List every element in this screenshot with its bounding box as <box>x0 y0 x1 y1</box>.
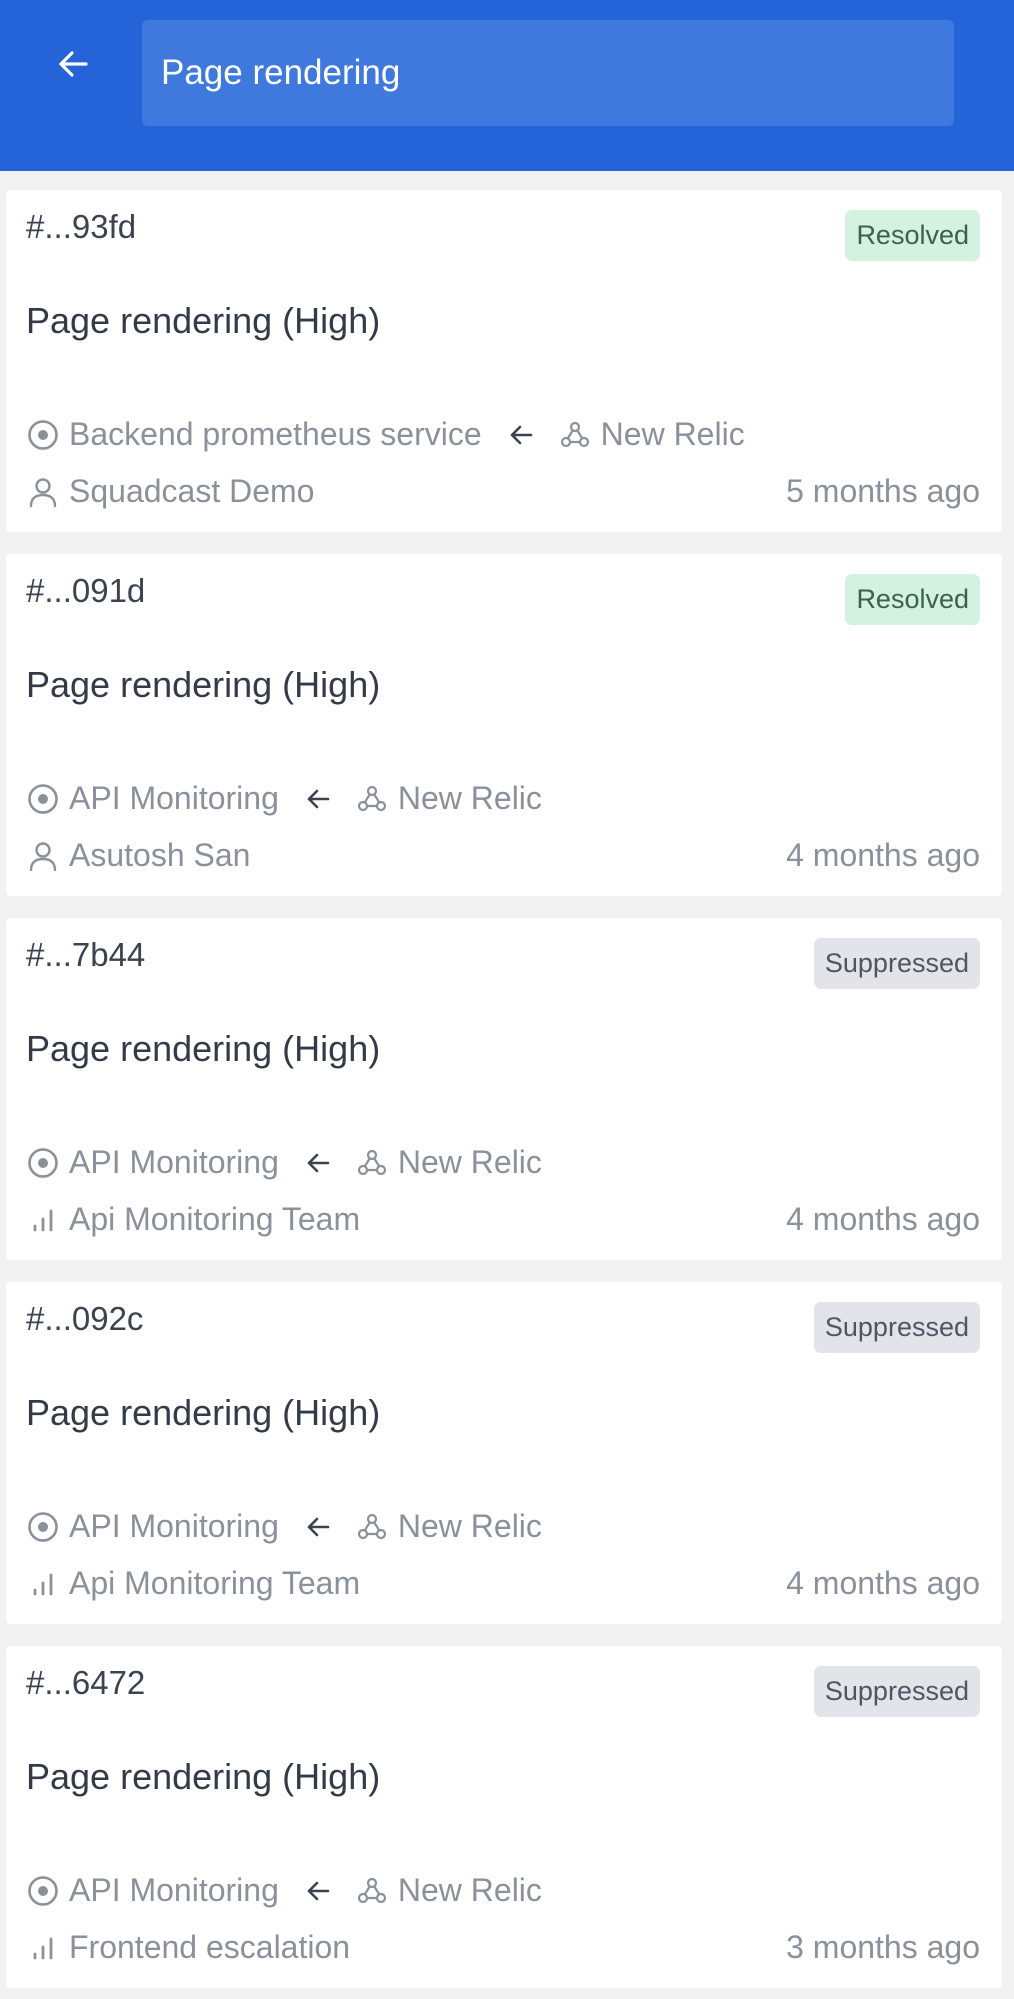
incident-title: Page rendering (High) <box>26 1028 381 1069</box>
service-name: API Monitoring <box>69 1508 279 1544</box>
alert-source: New Relic <box>397 780 542 816</box>
incident-time: 5 months ago <box>786 473 980 509</box>
incident-card[interactable]: #...93fd Resolved Page rendering (High) … <box>6 190 1002 532</box>
arrow-left-icon <box>504 418 538 452</box>
status-badge: Resolved <box>845 210 980 261</box>
service-name: API Monitoring <box>69 1872 279 1908</box>
incident-time: 4 months ago <box>786 837 980 873</box>
incident-list: #...93fd Resolved Page rendering (High) … <box>6 190 1002 1999</box>
incident-id: #...93fd <box>26 208 137 245</box>
alert-source: New Relic <box>600 416 745 452</box>
owner-row: Squadcast Demo <box>26 473 314 510</box>
owner-name: Squadcast Demo <box>69 473 315 509</box>
search-input[interactable] <box>161 53 954 93</box>
service-name: API Monitoring <box>69 780 279 816</box>
status-badge: Suppressed <box>813 1666 980 1717</box>
status-badge: Suppressed <box>813 938 980 989</box>
owner-row: Api Monitoring Team <box>26 1565 360 1602</box>
alert-source: New Relic <box>397 1144 542 1180</box>
arrow-left-icon <box>301 1146 335 1180</box>
search-box[interactable] <box>142 20 954 126</box>
service-target-icon <box>26 1510 60 1544</box>
service-row: Backend prometheus service New Relic <box>26 416 745 453</box>
team-bars-icon <box>26 1931 60 1965</box>
service-target-icon <box>26 1874 60 1908</box>
webhook-icon <box>355 1510 389 1544</box>
incident-title: Page rendering (High) <box>26 1392 381 1433</box>
incident-card[interactable]: #...092c Suppressed Page rendering (High… <box>6 1282 1002 1624</box>
arrow-left-icon <box>301 782 335 816</box>
incident-time: 4 months ago <box>786 1565 980 1601</box>
team-bars-icon <box>26 1203 60 1237</box>
user-icon <box>26 839 60 873</box>
incident-time: 4 months ago <box>786 1201 980 1237</box>
user-icon <box>26 475 60 509</box>
incident-title: Page rendering (High) <box>26 664 381 705</box>
owner-name: Asutosh San <box>69 837 251 873</box>
back-button[interactable] <box>48 44 98 84</box>
team-bars-icon <box>26 1567 60 1601</box>
incident-card[interactable]: #...6472 Suppressed Page rendering (High… <box>6 1646 1002 1988</box>
incident-id: #...7b44 <box>26 936 146 973</box>
incident-id: #...092c <box>26 1300 144 1337</box>
service-name: API Monitoring <box>69 1144 279 1180</box>
owner-row: Api Monitoring Team <box>26 1201 360 1238</box>
incident-id: #...6472 <box>26 1664 146 1701</box>
incident-title: Page rendering (High) <box>26 300 381 341</box>
incident-id: #...091d <box>26 572 146 609</box>
status-badge: Resolved <box>845 574 980 625</box>
alert-source: New Relic <box>397 1872 542 1908</box>
service-row: API Monitoring New Relic <box>26 1508 542 1545</box>
service-name: Backend prometheus service <box>69 416 482 452</box>
owner-row: Frontend escalation <box>26 1929 350 1966</box>
app-header <box>0 0 1014 171</box>
status-badge: Suppressed <box>813 1302 980 1353</box>
service-row: API Monitoring New Relic <box>26 1144 542 1181</box>
alert-source: New Relic <box>397 1508 542 1544</box>
owner-row: Asutosh San <box>26 837 250 874</box>
webhook-icon <box>355 782 389 816</box>
owner-name: Frontend escalation <box>69 1929 351 1965</box>
arrow-left-icon <box>301 1510 335 1544</box>
webhook-icon <box>355 1146 389 1180</box>
service-row: API Monitoring New Relic <box>26 780 542 817</box>
arrow-left-icon <box>301 1874 335 1908</box>
webhook-icon <box>355 1874 389 1908</box>
incident-title: Page rendering (High) <box>26 1756 381 1797</box>
owner-name: Api Monitoring Team <box>69 1565 361 1601</box>
incident-time: 3 months ago <box>786 1929 980 1965</box>
service-target-icon <box>26 1146 60 1180</box>
service-target-icon <box>26 782 60 816</box>
webhook-icon <box>558 418 592 452</box>
incident-card[interactable]: #...091d Resolved Page rendering (High) … <box>6 554 1002 896</box>
incident-card[interactable]: #...7b44 Suppressed Page rendering (High… <box>6 918 1002 1260</box>
service-row: API Monitoring New Relic <box>26 1872 542 1909</box>
service-target-icon <box>26 418 60 452</box>
arrow-left-icon <box>59 51 88 77</box>
owner-name: Api Monitoring Team <box>69 1201 361 1237</box>
